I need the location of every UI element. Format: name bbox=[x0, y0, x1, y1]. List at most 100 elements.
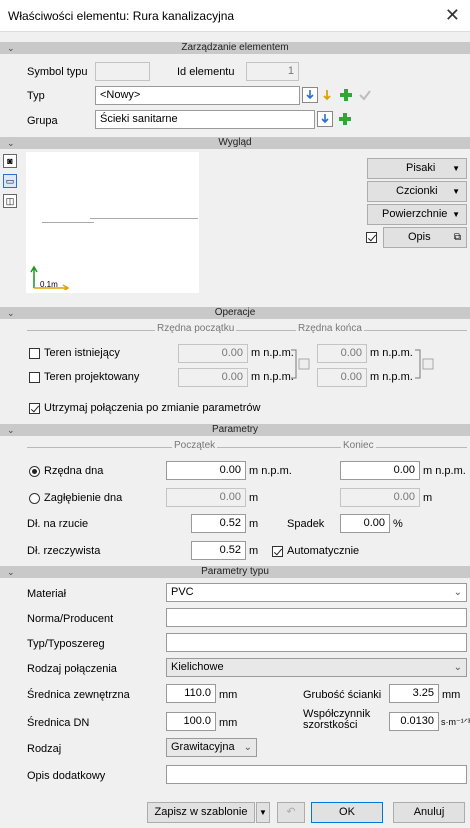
rodzaj-select[interactable]: Grawitacyjna ⌄ bbox=[166, 738, 257, 757]
material-select[interactable]: PVC ⌄ bbox=[166, 583, 467, 602]
check-icon[interactable] bbox=[357, 87, 373, 103]
rzedna-dna-radio[interactable] bbox=[29, 466, 40, 477]
3d-view-icon[interactable]: ◫ bbox=[3, 194, 17, 208]
link-bracket-icon[interactable] bbox=[414, 346, 440, 382]
automatycznie-label: Automatycznie bbox=[287, 545, 360, 557]
utrzymaj-label: Utrzymaj połączenia po zmianie parametró… bbox=[44, 402, 261, 414]
anuluj-button[interactable]: Anuluj bbox=[393, 802, 465, 823]
opis-dodatkowy-field[interactable] bbox=[166, 765, 467, 784]
caret-down-icon: ▼ bbox=[452, 187, 460, 196]
section-header-parametry[interactable]: ⌄ Parametry bbox=[0, 424, 470, 436]
wspolczynnik-field[interactable]: 0.0130 bbox=[389, 712, 439, 731]
chevron-down-icon: ⌄ bbox=[7, 138, 15, 148]
section-header-parametry-typu[interactable]: ⌄ Parametry typu bbox=[0, 566, 470, 578]
rzedna-dna-label: Rzędna dna bbox=[44, 465, 104, 477]
id-elementu-field: 1 bbox=[246, 62, 299, 81]
norma-field[interactable] bbox=[166, 608, 467, 627]
spadek-label: Spadek bbox=[287, 518, 325, 530]
teren-proj-start-field[interactable]: 0.00 bbox=[178, 368, 248, 387]
unit-label: m bbox=[249, 492, 259, 504]
zagl-end-field[interactable]: 0.00 bbox=[340, 488, 420, 507]
utrzymaj-checkbox[interactable] bbox=[29, 403, 40, 414]
scale-label: 0.1m bbox=[40, 280, 58, 289]
undo-icon: ↶ bbox=[286, 806, 296, 818]
download-icon[interactable] bbox=[302, 87, 318, 103]
caret-down-icon: ▼ bbox=[452, 164, 460, 173]
rzedna-end-field[interactable]: 0.00 bbox=[340, 461, 420, 480]
link-bracket-icon[interactable] bbox=[290, 346, 316, 382]
grubosc-field[interactable]: 3.25 bbox=[389, 684, 439, 703]
dl-rzut-field[interactable]: 0.52 bbox=[191, 514, 246, 533]
opis-checkbox[interactable] bbox=[366, 232, 377, 243]
srednica-dn-field[interactable]: 100.0 bbox=[166, 712, 216, 731]
grupa-select[interactable]: Ścieki sanitarne bbox=[95, 110, 315, 129]
rodzaj-label: Rodzaj bbox=[27, 743, 62, 755]
zaglebienie-label: Zagłębienie dna bbox=[44, 492, 123, 504]
zapisz-w-szablonie-button[interactable]: Zapisz w szablonie bbox=[147, 802, 255, 823]
rzedna-konca-header: Rzędna końca bbox=[296, 323, 364, 334]
opis-label: Opis bbox=[408, 231, 431, 243]
camera-icon[interactable]: ◙ bbox=[3, 154, 17, 168]
plan-view-icon[interactable]: ▭ bbox=[3, 174, 17, 188]
material-value: PVC bbox=[171, 586, 194, 598]
dl-rzecz-field[interactable]: 0.52 bbox=[191, 541, 246, 560]
zaglebienie-radio[interactable] bbox=[29, 493, 40, 504]
poczatek-header: Początek bbox=[172, 440, 218, 451]
group-divider bbox=[27, 447, 467, 448]
teren-ist-start-field[interactable]: 0.00 bbox=[178, 344, 248, 363]
pipe-line-left bbox=[42, 222, 94, 223]
unit-label: m n.p.m. bbox=[251, 371, 294, 383]
srednica-zew-field[interactable]: 110.0 bbox=[166, 684, 216, 703]
download-icon[interactable] bbox=[317, 111, 333, 127]
rzedna-start-field[interactable]: 0.00 bbox=[166, 461, 246, 480]
typ-label: Typ bbox=[27, 90, 45, 102]
undo-button[interactable]: ↶ bbox=[277, 802, 305, 823]
id-elementu-label: Id elementu bbox=[177, 66, 235, 78]
preview-canvas: 0.1m bbox=[26, 152, 199, 293]
srednica-zew-label: Średnica zewnętrzna bbox=[27, 689, 130, 701]
zagl-start-field[interactable]: 0.00 bbox=[166, 488, 246, 507]
section-header-zarzadzanie[interactable]: ⌄ Zarządzanie elementem bbox=[0, 42, 470, 54]
zapisz-label: Zapisz w szablonie bbox=[154, 806, 248, 818]
chevron-down-icon: ⌄ bbox=[7, 43, 15, 53]
unit-label: m n.p.m. bbox=[249, 465, 292, 477]
pisaki-button[interactable]: Pisaki ▼ bbox=[367, 158, 467, 179]
zapisz-dropdown-button[interactable]: ▼ bbox=[256, 802, 270, 823]
unit-label: m n.p.m. bbox=[370, 371, 413, 383]
add-icon[interactable] bbox=[337, 111, 353, 127]
powierzchnie-button[interactable]: Powierzchnie ▼ bbox=[367, 204, 467, 225]
close-icon[interactable]: ✕ bbox=[445, 5, 460, 26]
unit-label: m n.p.m. bbox=[423, 465, 466, 477]
spadek-field[interactable]: 0.00 bbox=[340, 514, 390, 533]
czcionki-button[interactable]: Czcionki ▼ bbox=[367, 181, 467, 202]
teren-projektowany-checkbox[interactable] bbox=[29, 372, 40, 383]
norma-label: Norma/Producent bbox=[27, 613, 114, 625]
teren-ist-end-field[interactable]: 0.00 bbox=[317, 344, 367, 363]
opis-button[interactable]: Opis ⧉ bbox=[383, 227, 467, 248]
chevron-down-icon: ⌄ bbox=[453, 662, 462, 673]
typoszereg-label: Typ/Typoszereg bbox=[27, 638, 105, 650]
unit-label: s·m⁻¹ᐟ³ bbox=[441, 717, 470, 727]
powierzchnie-label: Powierzchnie bbox=[382, 208, 448, 220]
section-header-wyglad[interactable]: ⌄ Wygląd bbox=[0, 137, 470, 149]
properties-dialog: Właściwości elementu: Rura kanalizacyjna… bbox=[0, 0, 470, 828]
section-header-operacje[interactable]: ⌄ Operacje bbox=[0, 307, 470, 319]
material-label: Materiał bbox=[27, 588, 67, 600]
upload-icon[interactable] bbox=[319, 87, 335, 103]
rodzaj-polaczenia-select[interactable]: Kielichowe ⌄ bbox=[166, 658, 467, 677]
chevron-down-icon: ⌄ bbox=[243, 742, 252, 753]
typoszereg-field[interactable] bbox=[166, 633, 467, 652]
teren-proj-end-field[interactable]: 0.00 bbox=[317, 368, 367, 387]
automatycznie-checkbox[interactable] bbox=[272, 546, 283, 557]
teren-istniejacy-label: Teren istniejący bbox=[44, 347, 120, 359]
symbol-typu-field[interactable] bbox=[95, 62, 150, 81]
section-title: Operacje bbox=[214, 307, 256, 318]
typ-select[interactable]: <Nowy> bbox=[95, 86, 300, 105]
srednica-dn-label: Średnica DN bbox=[27, 717, 90, 729]
unit-label: mm bbox=[219, 717, 238, 729]
teren-istniejacy-checkbox[interactable] bbox=[29, 348, 40, 359]
czcionki-label: Czcionki bbox=[396, 185, 438, 197]
add-icon[interactable] bbox=[338, 87, 354, 103]
expand-icon: ⧉ bbox=[453, 232, 461, 243]
ok-button[interactable]: OK bbox=[311, 802, 383, 823]
